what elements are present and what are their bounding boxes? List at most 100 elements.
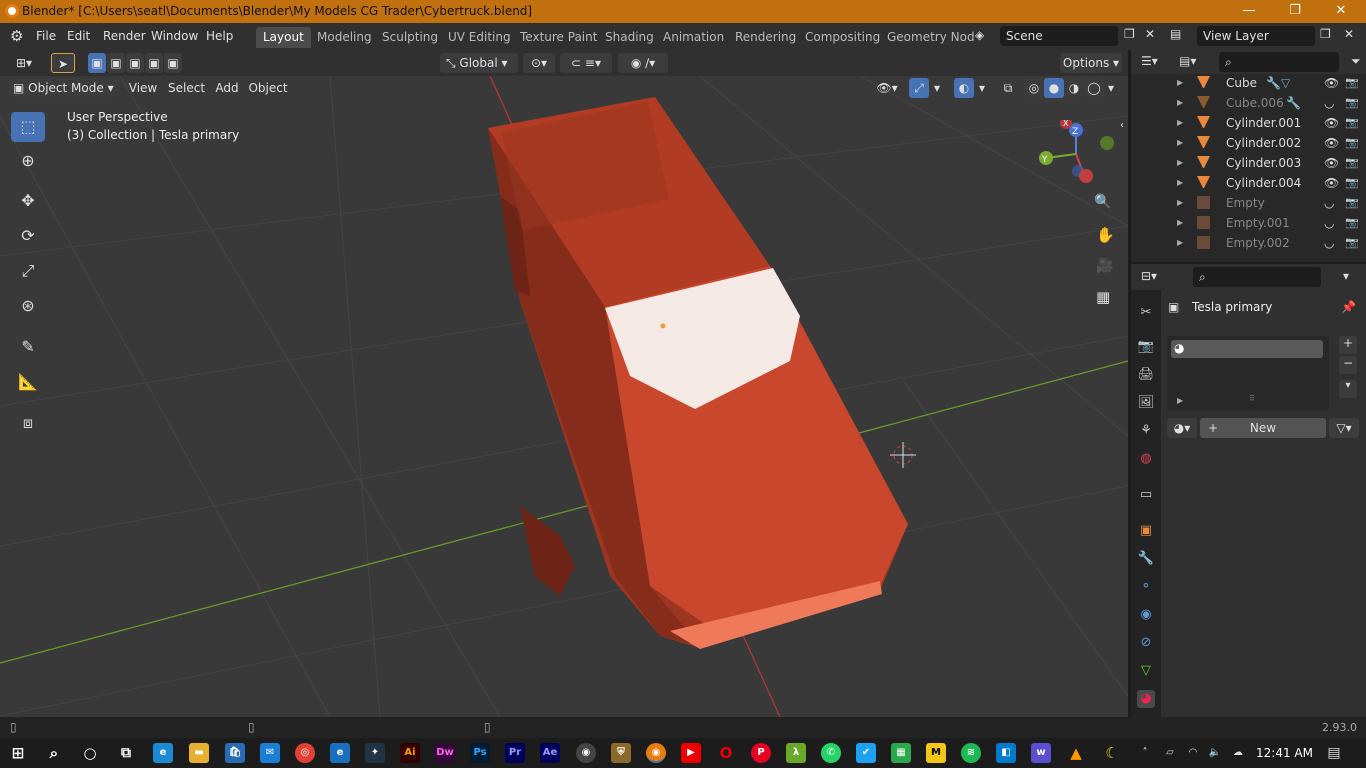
render-camera-icon[interactable]: 📷 bbox=[1345, 233, 1359, 253]
render-camera-icon[interactable]: 📷 bbox=[1345, 213, 1359, 233]
proportional-edit-icon[interactable]: ◉ ∕▾ bbox=[618, 53, 668, 73]
ortho-toggle-icon[interactable]: ▦ bbox=[1096, 288, 1110, 306]
scene-field[interactable]: Scene bbox=[1000, 26, 1118, 46]
rendered-shading-icon[interactable]: ◯ bbox=[1084, 78, 1104, 98]
material-slot-selected[interactable]: ◕ bbox=[1171, 340, 1323, 358]
outliner-row-empty-001[interactable]: ▶ Empty.001 ◡ 📷 bbox=[1131, 213, 1366, 233]
render-camera-icon[interactable]: 📷 bbox=[1345, 153, 1359, 173]
view-layer-icon[interactable]: ▤ bbox=[1170, 27, 1181, 41]
visibility-eye-icon[interactable]: 👁 bbox=[1324, 153, 1339, 173]
cortana-icon[interactable]: ○ bbox=[80, 743, 100, 763]
editor-type-icon[interactable]: ⊞▾ bbox=[8, 53, 40, 73]
visibility-eye-icon[interactable]: 👁 bbox=[1324, 73, 1339, 93]
particles-tab-icon[interactable]: ⚬ bbox=[1137, 578, 1155, 596]
menu-view[interactable]: View bbox=[128, 78, 158, 98]
outliner-row-cube[interactable]: ▶ Cube 🔧▽ 👁 📷 bbox=[1131, 73, 1366, 93]
menu-help[interactable]: Help bbox=[206, 29, 233, 43]
wireframe-shading-icon[interactable]: ◎ bbox=[1024, 78, 1044, 98]
ie-icon[interactable]: e bbox=[330, 743, 350, 763]
visibility-eye-icon[interactable]: 👁 bbox=[1324, 173, 1339, 193]
after-effects-icon[interactable]: Ae bbox=[540, 743, 560, 763]
select-box-tool[interactable]: ⬚ bbox=[11, 112, 45, 142]
visibility-eye-icon[interactable]: 👁 bbox=[1324, 133, 1339, 153]
data-tab-icon[interactable]: ▽ bbox=[1137, 662, 1155, 680]
render-camera-icon[interactable]: 📷 bbox=[1345, 173, 1359, 193]
material-shading-icon[interactable]: ◑ bbox=[1064, 78, 1084, 98]
remove-slot-button[interactable]: − bbox=[1339, 356, 1357, 374]
pin-icon[interactable]: 📌 bbox=[1341, 300, 1356, 314]
menu-add[interactable]: Add bbox=[213, 78, 241, 98]
lambda-app-icon[interactable]: λ bbox=[786, 743, 806, 763]
list-expand-icon[interactable]: ▶ bbox=[1177, 396, 1183, 405]
opera-icon[interactable]: O bbox=[716, 743, 736, 763]
outliner-row-cylinder-003[interactable]: ▶ Cylinder.003 👁 📷 bbox=[1131, 153, 1366, 173]
hidden-eye-icon[interactable]: ◡ bbox=[1324, 93, 1334, 113]
render-tab-icon[interactable]: 📷 bbox=[1137, 338, 1155, 356]
visibility-eye-icon[interactable]: 👁 bbox=[1324, 113, 1339, 133]
chrome-icon[interactable]: ◎ bbox=[295, 743, 315, 763]
outliner-row-cylinder-002[interactable]: ▶ Cylinder.002 👁 📷 bbox=[1131, 133, 1366, 153]
blender-menu-icon[interactable]: ⚙ bbox=[10, 27, 23, 45]
xray-toggle-icon[interactable]: ⧉ bbox=[998, 78, 1018, 98]
tray-app-icon[interactable]: ▱ bbox=[1160, 743, 1180, 763]
weather-icon[interactable]: ☁ bbox=[1228, 743, 1248, 763]
menu-file[interactable]: File bbox=[36, 29, 56, 43]
display-mode-icon[interactable]: ▤▾ bbox=[1179, 54, 1196, 68]
tab-modeling[interactable]: Modeling bbox=[310, 27, 379, 48]
pinterest-icon[interactable]: P bbox=[751, 743, 771, 763]
add-slot-button[interactable]: + bbox=[1339, 336, 1357, 354]
hidden-eye-icon[interactable]: ◡ bbox=[1324, 213, 1334, 233]
gizmo-toggle-icon[interactable]: ⤢ bbox=[909, 78, 929, 98]
twitter-icon[interactable]: ✔ bbox=[856, 743, 876, 763]
select-intersect-icon[interactable]: ▣ bbox=[164, 53, 182, 73]
outliner-row-empty-002[interactable]: ▶ Empty.002 ◡ 📷 bbox=[1131, 233, 1366, 253]
file-explorer-icon[interactable]: ▬ bbox=[189, 743, 209, 763]
menu-window[interactable]: Window bbox=[151, 29, 198, 43]
overlay-dropdown-icon[interactable]: ▾ bbox=[975, 78, 989, 98]
render-camera-icon[interactable]: 📷 bbox=[1345, 133, 1359, 153]
gizmo-dropdown-icon[interactable]: ▾ bbox=[930, 78, 944, 98]
outliner-row-cylinder-001[interactable]: ▶ Cylinder.001 👁 📷 bbox=[1131, 113, 1366, 133]
material-slot-list[interactable]: ◕ ▶ ⠿ bbox=[1167, 336, 1329, 410]
snap-icon[interactable]: ⊂ ≡▾ bbox=[560, 53, 612, 73]
tray-expand-icon[interactable]: ˄ bbox=[1135, 743, 1155, 763]
m-app-icon[interactable]: M bbox=[926, 743, 946, 763]
tab-compositing[interactable]: Compositing bbox=[798, 27, 887, 48]
properties-search-input[interactable]: ⌕ bbox=[1193, 267, 1321, 287]
shading-dropdown-icon[interactable]: ▾ bbox=[1104, 78, 1118, 98]
app-shield-icon[interactable]: ⛨ bbox=[611, 743, 631, 763]
pivot-point-icon[interactable]: ⊙▾ bbox=[523, 53, 555, 73]
camera-view-icon[interactable]: 🎥 bbox=[1096, 258, 1113, 274]
render-camera-icon[interactable]: 📷 bbox=[1345, 193, 1359, 213]
tab-uv-editing[interactable]: UV Editing bbox=[441, 27, 518, 48]
minimize-button[interactable]: — bbox=[1226, 0, 1272, 23]
outliner-row-cylinder-004[interactable]: ▶ Cylinder.004 👁 📷 bbox=[1131, 173, 1366, 193]
night-light-icon[interactable]: ☾ bbox=[1102, 743, 1122, 763]
output-tab-icon[interactable]: 🖨 bbox=[1137, 366, 1155, 384]
windows-start-icon[interactable]: ⊞ bbox=[8, 743, 28, 763]
properties-editor-icon[interactable]: ⊟▾ bbox=[1141, 269, 1157, 283]
tab-texture-paint[interactable]: Texture Paint bbox=[513, 27, 604, 48]
dreamweaver-icon[interactable]: Dw bbox=[435, 743, 455, 763]
menu-edit[interactable]: Edit bbox=[67, 29, 90, 43]
object-tab-icon[interactable]: ▣ bbox=[1137, 522, 1155, 540]
edge-icon[interactable]: e bbox=[153, 743, 173, 763]
transform-tool[interactable]: ⊛ bbox=[11, 291, 45, 321]
render-camera-icon[interactable]: 📷 bbox=[1345, 93, 1359, 113]
collection-tab-icon[interactable]: ▭ bbox=[1137, 486, 1155, 504]
render-camera-icon[interactable]: 📷 bbox=[1345, 73, 1359, 93]
calculator-app-icon[interactable]: ▦ bbox=[891, 743, 911, 763]
notification-icon[interactable]: ▤ bbox=[1324, 743, 1344, 763]
move-tool[interactable]: ✥ bbox=[11, 186, 45, 216]
select-new-icon[interactable]: ▣ bbox=[88, 53, 106, 73]
transform-orientation-dropdown[interactable]: ⤡ Global ▾ bbox=[440, 53, 518, 73]
pan-hand-icon[interactable]: ✋ bbox=[1096, 226, 1115, 244]
view-layer-new-icon[interactable]: ❐ bbox=[1320, 27, 1331, 41]
menu-object[interactable]: Object bbox=[248, 78, 288, 98]
vlc-icon[interactable]: ▲ bbox=[1066, 743, 1086, 763]
outliner-row-empty[interactable]: ▶ Empty ◡ 📷 bbox=[1131, 193, 1366, 213]
tab-sculpting[interactable]: Sculpting bbox=[375, 27, 445, 48]
app-icon[interactable]: ✦ bbox=[365, 743, 385, 763]
list-resize-handle[interactable]: ⠿ bbox=[1249, 394, 1255, 403]
properties-options-icon[interactable]: ▾ bbox=[1343, 269, 1349, 283]
